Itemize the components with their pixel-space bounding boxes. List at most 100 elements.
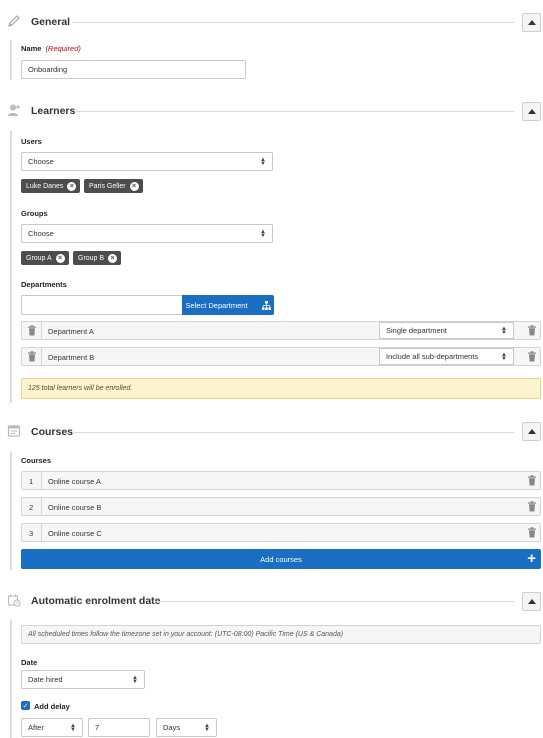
delay-direction-value: After	[28, 723, 44, 732]
course-row: 3 Online course C	[21, 523, 541, 542]
group-chip-a: Group A ×	[21, 251, 69, 265]
course-row: 1 Online course A	[21, 471, 541, 490]
date-label: Date	[21, 658, 38, 667]
trash-icon[interactable]	[527, 351, 537, 362]
name-label-text: Name	[21, 44, 42, 53]
courses-collapse-button[interactable]	[522, 422, 541, 441]
course-index: 1	[29, 477, 34, 486]
remove-chip-icon[interactable]: ×	[108, 253, 118, 263]
courses-rule	[10, 452, 12, 570]
add-delay-checkbox[interactable]: ✓	[21, 701, 30, 710]
enrolment-rule	[10, 620, 12, 738]
select-arrows-icon: ▲ ▼	[501, 325, 507, 336]
name-input[interactable]: Onboarding	[21, 60, 246, 79]
row-divider	[41, 472, 42, 489]
learners-rule	[10, 131, 12, 403]
department-row-b: Department B Include all sub-departments…	[21, 347, 541, 366]
group-chip-label: Group B	[78, 254, 105, 262]
remove-chip-icon[interactable]: ×	[129, 181, 139, 191]
department-scope-value: Single department	[386, 326, 447, 335]
timezone-info: All scheduled times follow the timezone …	[21, 625, 541, 644]
remove-chip-icon[interactable]: ×	[67, 181, 77, 191]
department-scope-value: Include all sub-departments	[386, 352, 479, 361]
date-select-value: Date hired	[28, 675, 63, 684]
select-arrows-icon: ▲ ▼	[204, 722, 210, 733]
department-scope-select[interactable]: Include all sub-departments ▲ ▼	[379, 348, 514, 365]
trash-icon[interactable]	[527, 475, 537, 486]
calendar-clock-icon	[7, 594, 21, 607]
trash-icon[interactable]	[527, 325, 537, 336]
select-arrows-icon: ▲ ▼	[132, 674, 138, 685]
general-collapse-button[interactable]	[522, 13, 541, 32]
groups-label: Groups	[21, 209, 48, 218]
learners-divider	[76, 111, 514, 112]
calendar-icon	[7, 425, 21, 437]
select-arrows-icon: ▲ ▼	[501, 351, 507, 362]
remove-chip-icon[interactable]: ×	[55, 253, 65, 263]
department-name: Department B	[48, 353, 95, 362]
users-label: Users	[21, 137, 42, 146]
user-chip-label: Paris Geller	[89, 182, 126, 190]
trash-icon[interactable]	[27, 325, 37, 336]
trash-icon[interactable]	[527, 501, 537, 512]
department-row-a: Department A Single department ▲ ▼	[21, 321, 541, 340]
select-arrows-icon: ▲ ▼	[70, 722, 76, 733]
users-select-value: Choose	[28, 157, 54, 166]
department-input[interactable]	[21, 295, 183, 315]
select-department-label: Select Department	[185, 300, 248, 310]
departments-label: Departments	[21, 280, 67, 289]
courses-title: Courses	[31, 426, 74, 438]
delay-unit-value: Days	[163, 723, 181, 732]
date-select[interactable]: Date hired ▲ ▼	[21, 670, 145, 689]
delay-direction-select[interactable]: After ▲ ▼	[21, 718, 83, 737]
plus-icon: +	[527, 550, 536, 567]
org-chart-icon	[261, 300, 271, 310]
course-name: Online course C	[48, 529, 102, 538]
row-divider	[41, 322, 42, 339]
row-divider	[41, 524, 42, 541]
select-arrows-icon: ▲ ▼	[260, 228, 266, 239]
groups-select-value: Choose	[28, 229, 54, 238]
add-courses-button[interactable]: Add courses +	[21, 549, 541, 569]
enrolment-collapse-button[interactable]	[522, 592, 541, 611]
name-input-value: Onboarding	[28, 65, 68, 74]
row-divider	[41, 498, 42, 515]
groups-select[interactable]: Choose ▲ ▼	[21, 224, 273, 243]
department-scope-select[interactable]: Single department ▲ ▼	[379, 322, 514, 339]
course-index: 2	[29, 503, 34, 512]
delay-amount-input[interactable]: 7	[88, 718, 150, 737]
course-index: 3	[29, 529, 34, 538]
course-row: 2 Online course B	[21, 497, 541, 516]
add-user-icon	[8, 104, 20, 116]
general-rule	[10, 40, 12, 80]
enrolment-title: Automatic enrolment date	[31, 595, 161, 607]
general-divider	[72, 22, 514, 23]
name-label: Name (Required)	[21, 44, 81, 53]
group-chip-b: Group B ×	[73, 251, 122, 265]
users-select[interactable]: Choose ▲ ▼	[21, 152, 273, 171]
trash-icon[interactable]	[27, 351, 37, 362]
user-chip-luke: Luke Danes ×	[21, 179, 81, 193]
delay-amount-value: 7	[95, 723, 100, 732]
required-tag: (Required)	[45, 44, 81, 53]
add-delay-label: Add delay	[34, 702, 70, 711]
delay-unit-select[interactable]: Days ▲ ▼	[156, 718, 217, 737]
trash-icon[interactable]	[527, 527, 537, 538]
row-divider	[41, 348, 42, 365]
general-title: General	[31, 16, 71, 28]
enrolment-count-notice: 125 total learners will be enrolled.	[21, 378, 541, 399]
select-arrows-icon: ▲ ▼	[260, 156, 266, 167]
learners-collapse-button[interactable]	[522, 102, 541, 121]
course-name: Online course B	[48, 503, 102, 512]
group-chip-label: Group A	[26, 254, 52, 262]
courses-label: Courses	[21, 456, 52, 465]
courses-divider	[74, 432, 514, 433]
pencil-icon	[8, 15, 20, 27]
user-chip-paris: Paris Geller ×	[84, 179, 143, 193]
department-name: Department A	[48, 327, 94, 336]
add-courses-label: Add courses	[260, 554, 302, 564]
learners-title: Learners	[31, 105, 76, 117]
select-department-button[interactable]: Select Department	[182, 295, 274, 315]
enrolment-divider	[153, 601, 514, 602]
course-name: Online course A	[48, 477, 101, 486]
